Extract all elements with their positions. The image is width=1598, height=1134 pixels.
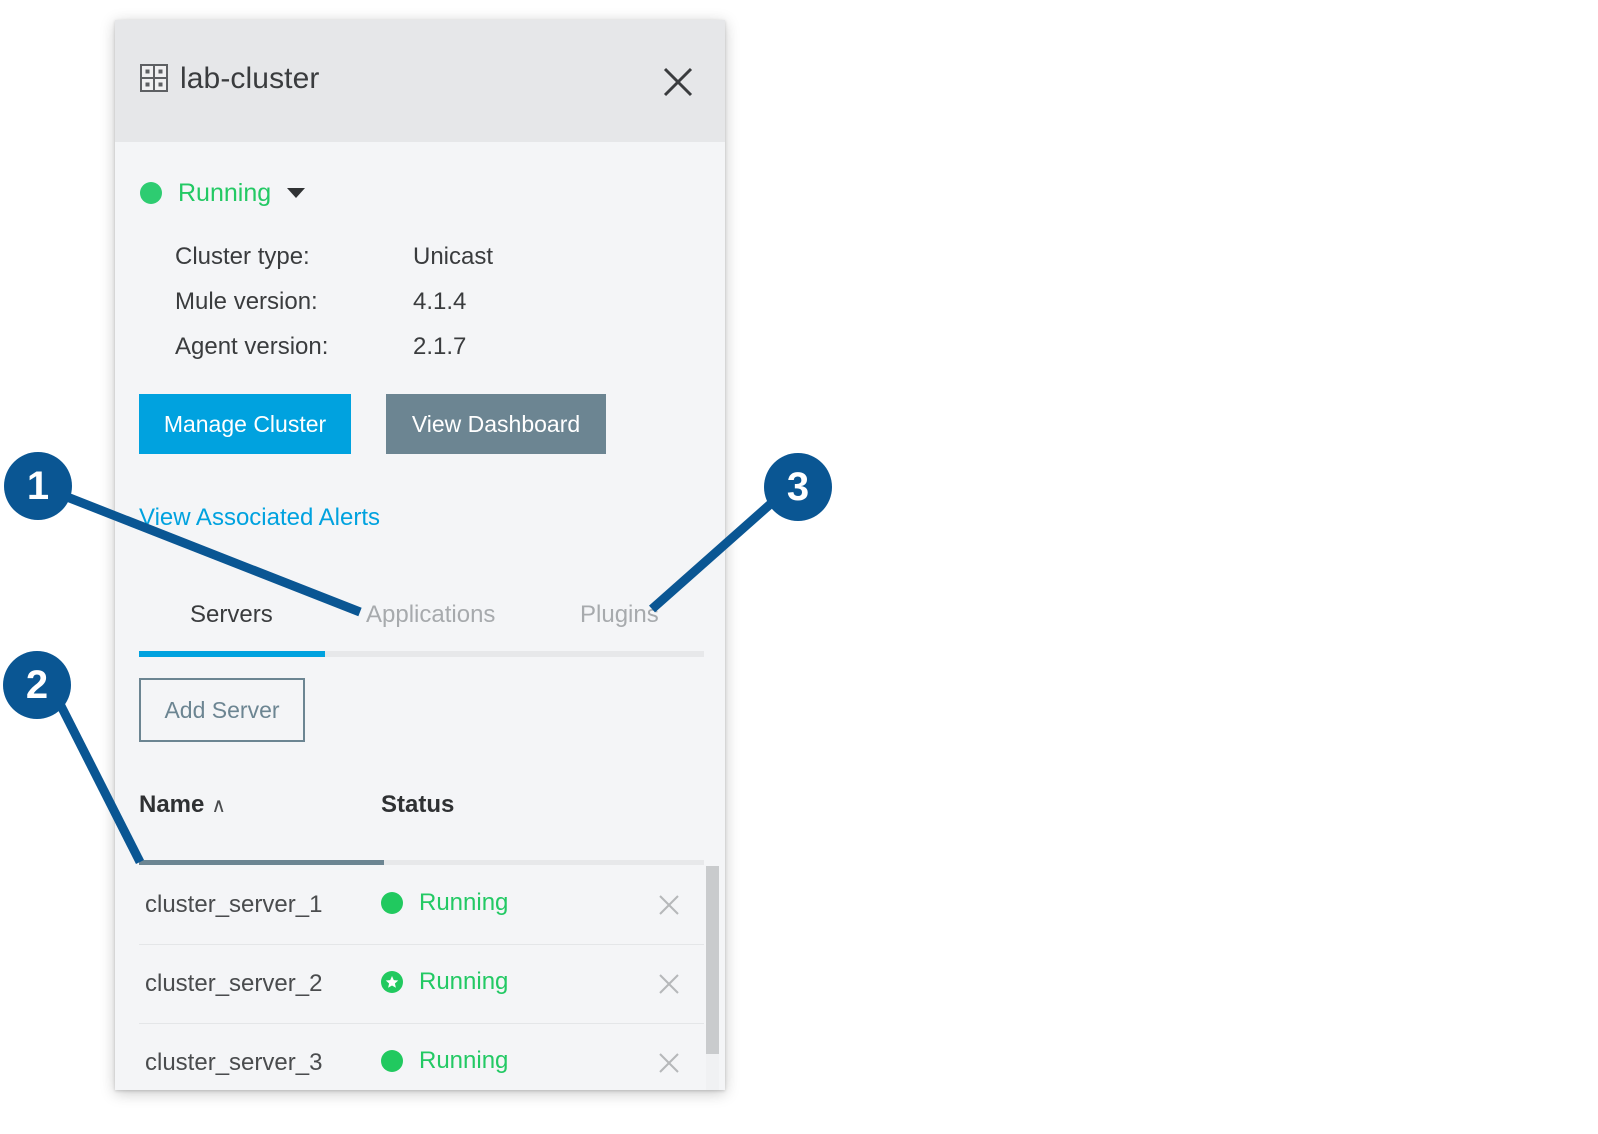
column-header-status[interactable]: Status (381, 790, 454, 820)
detail-label: Cluster type: (175, 242, 413, 272)
tab-underline-track (139, 651, 704, 657)
servers-table-header: Name ∧ Status (139, 790, 704, 836)
cluster-status-dropdown[interactable]: Running (140, 178, 305, 208)
panel-titlebar: lab-cluster (115, 20, 725, 142)
table-header-underline-track (139, 860, 704, 865)
status-text: Running (419, 888, 508, 918)
status-text: Running (419, 1046, 508, 1076)
cell-server-name: cluster_server_1 (145, 890, 322, 920)
green-dot-icon (381, 1050, 403, 1072)
cell-server-status: Running (381, 967, 508, 997)
cluster-details-panel: lab-cluster Running Cluster type: Unicas… (115, 20, 725, 1090)
add-server-button[interactable]: Add Server (139, 678, 305, 742)
callout-badge-3: 3 (764, 453, 832, 521)
manage-cluster-button[interactable]: Manage Cluster (139, 394, 351, 454)
cell-server-status: Running (381, 888, 508, 918)
callout-badge-1: 1 (4, 452, 72, 520)
chevron-down-icon[interactable] (287, 188, 305, 198)
cell-server-name: cluster_server_2 (145, 969, 322, 999)
remove-server-icon[interactable] (658, 1052, 680, 1074)
tab-servers[interactable]: Servers (190, 600, 273, 630)
callout-badge-2: 2 (3, 651, 71, 719)
page-title: lab-cluster (180, 62, 319, 96)
status-text: Running (419, 967, 508, 997)
view-associated-alerts-link[interactable]: View Associated Alerts (139, 504, 380, 532)
remove-server-icon[interactable] (658, 973, 680, 995)
status-badge: Running (178, 179, 271, 207)
detail-value: 4.1.4 (413, 287, 466, 317)
servers-table-body: cluster_server_1 Running cluster_server_… (139, 866, 704, 1090)
green-dot-icon (140, 182, 162, 204)
cell-server-name: cluster_server_3 (145, 1048, 322, 1078)
green-star-dot-icon (381, 971, 403, 993)
detail-value: Unicast (413, 242, 493, 272)
detail-row-mule-version: Mule version: 4.1.4 (175, 287, 645, 332)
remove-server-icon[interactable] (658, 894, 680, 916)
scrollbar-thumb[interactable] (706, 866, 719, 1054)
green-dot-icon (381, 892, 403, 914)
cell-server-status: Running (381, 1046, 508, 1076)
cluster-details-list: Cluster type: Unicast Mule version: 4.1.… (175, 242, 645, 377)
table-row[interactable]: cluster_server_2 Running (139, 945, 704, 1024)
table-vertical-scrollbar[interactable] (706, 866, 719, 1090)
tab-applications[interactable]: Applications (366, 600, 495, 630)
table-row[interactable]: cluster_server_1 Running (139, 866, 704, 945)
table-header-active-underline (139, 860, 384, 865)
detail-row-agent-version: Agent version: 2.1.7 (175, 332, 645, 377)
detail-label: Mule version: (175, 287, 413, 317)
detail-label: Agent version: (175, 332, 413, 362)
cluster-grid-icon (139, 63, 169, 93)
view-dashboard-button[interactable]: View Dashboard (386, 394, 606, 454)
detail-value: 2.1.7 (413, 332, 466, 362)
tab-plugins[interactable]: Plugins (580, 600, 659, 630)
detail-row-cluster-type: Cluster type: Unicast (175, 242, 645, 287)
table-row[interactable]: cluster_server_3 Running (139, 1024, 704, 1090)
sort-ascending-icon: ∧ (211, 791, 226, 821)
column-header-name-label: Name (139, 791, 204, 818)
tab-active-underline (139, 651, 325, 657)
panel-tabs: Servers Applications Plugins (139, 600, 704, 650)
column-header-name[interactable]: Name ∧ (139, 790, 226, 821)
close-icon[interactable] (661, 65, 695, 99)
